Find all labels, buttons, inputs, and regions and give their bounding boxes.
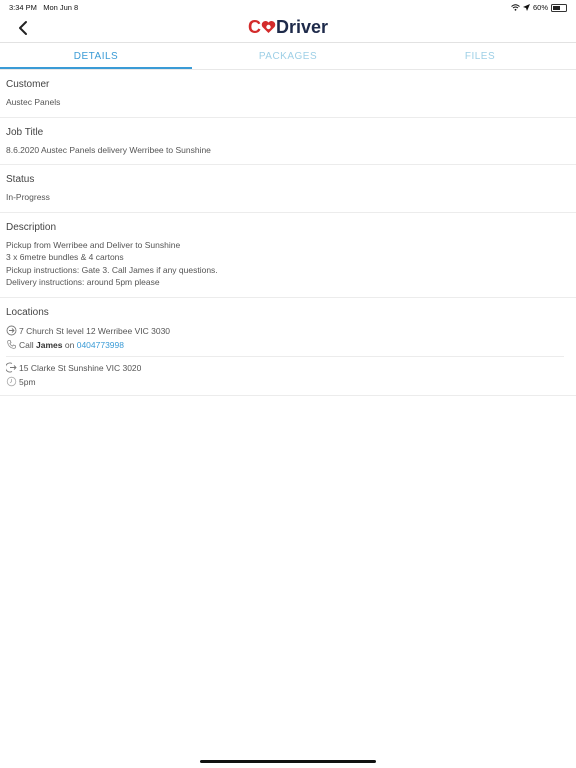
description-line: Pickup instructions: Gate 3. Call James … [6,264,218,275]
location-arrow-icon [522,4,530,11]
app-logo: C Driver [0,17,576,38]
description-label: Description [6,221,57,233]
logo-c: C [247,17,261,37]
battery-percent: 60% [532,3,548,12]
phone-link[interactable]: 0404773998 [77,340,124,350]
wifi-icon [511,4,520,11]
tab-details[interactable]: DETAILS [0,43,192,69]
delivery-address-row[interactable]: 15 Clarke St Sunshine VIC 3020 [6,361,570,375]
navigation-bar: C Driver [0,14,576,42]
delivery-address: 15 Clarke St Sunshine VIC 3020 [19,362,142,373]
job-title-section: Job Title 8.6.2020 Austec Panels deliver… [0,118,576,165]
pickup-contact-row: Call James on 0404773998 [6,338,570,352]
customer-value: Austec Panels [6,97,61,107]
call-prefix: Call [19,339,34,350]
description-line: 3 x 6metre bundles & 4 cartons [6,252,124,262]
phone-icon [7,340,16,349]
time-text: 3:34 PM [9,3,37,12]
logo-heart-icon [261,21,276,33]
status-value: In-Progress [6,192,50,202]
locations-section: Locations 7 Church St level 12 Werribee … [0,298,576,396]
clock-icon [6,376,17,387]
pickup-address-row[interactable]: 7 Church St level 12 Werribee VIC 3030 [6,324,570,338]
customer-section: Customer Austec Panels [0,70,576,118]
battery-icon [551,3,567,12]
location-divider [6,355,564,357]
date-text: Mon Jun 8 [43,3,79,12]
description-section: Description Pickup from Werribee and Del… [0,213,576,298]
status-bar: 3:34 PM Mon Jun 8 60% [0,0,576,14]
delivery-arrow-icon [6,362,17,373]
delivery-time-row: 5pm [6,375,570,389]
home-indicator[interactable] [200,760,376,763]
logo-driver: Driver [275,17,329,37]
delivery-time: 5pm [19,376,36,387]
description-line: Pickup from Werribee and Deliver to Suns… [6,239,181,250]
tab-files[interactable]: FILES [384,43,576,69]
tab-bar: DETAILS PACKAGES FILES [0,42,576,70]
status-time: 3:34 PM Mon Jun 8 [9,3,78,12]
description-line: Delivery instructions: around 5pm please [6,277,160,287]
status-right: 60% [511,3,567,12]
pickup-arrow-icon [6,325,17,336]
tab-packages[interactable]: PACKAGES [192,43,384,69]
contact-name: James [36,339,63,350]
status-label: Status [6,174,35,185]
locations-label: Locations [6,306,49,318]
pickup-address: 7 Church St level 12 Werribee VIC 3030 [19,325,171,336]
customer-label: Customer [6,79,50,90]
job-title-label: Job Title [6,126,44,138]
status-section: Status In-Progress [0,165,576,213]
on-text: on [64,339,75,350]
job-title-value: 8.6.2020 Austec Panels delivery Werribee… [6,144,211,155]
